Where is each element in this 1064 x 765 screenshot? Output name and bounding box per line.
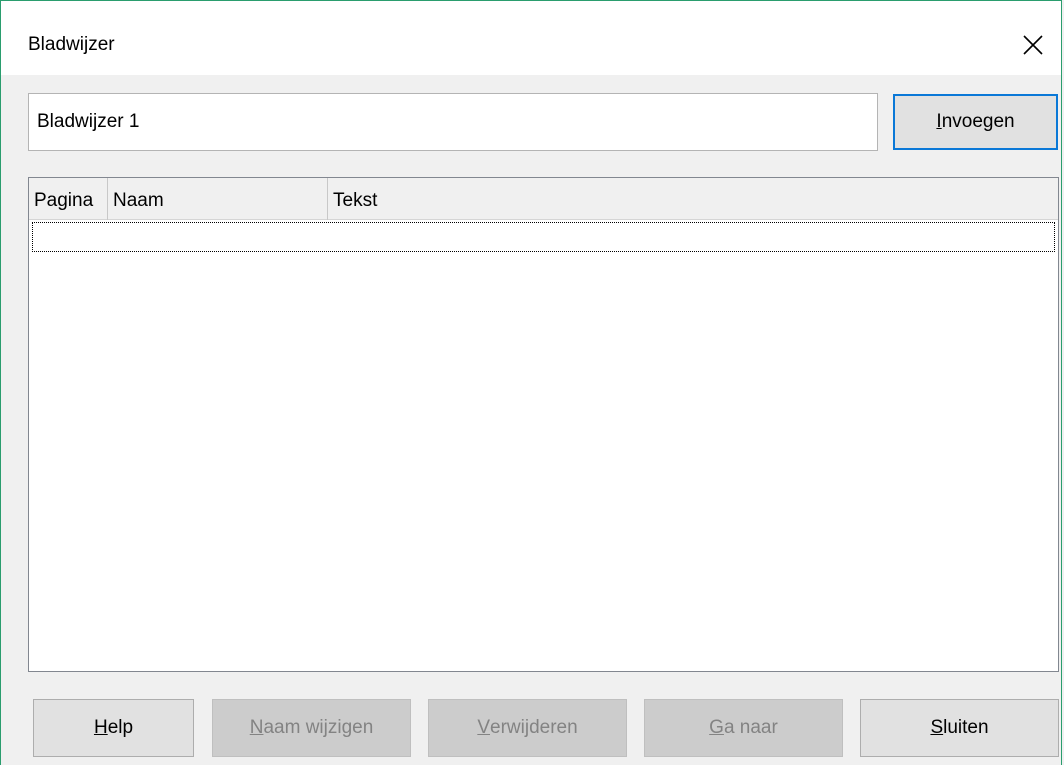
insert-button[interactable]: Invoegen	[893, 94, 1058, 150]
close-button[interactable]: Sluiten	[860, 699, 1059, 757]
close-window-button[interactable]	[1005, 15, 1061, 75]
mnemonic: S	[930, 717, 944, 738]
delete-button[interactable]: Verwijderen	[428, 699, 627, 757]
mnemonic: V	[477, 717, 491, 738]
close-icon	[1023, 35, 1043, 55]
bookmark-name-input[interactable]	[28, 93, 878, 151]
mnemonic: G	[709, 717, 724, 738]
mnemonic: H	[93, 717, 108, 738]
dialog-title: Bladwijzer	[28, 34, 115, 55]
focus-row[interactable]	[32, 222, 1055, 252]
help-button[interactable]: Help	[33, 699, 194, 757]
bookmark-list[interactable]: Pagina Naam Tekst	[28, 177, 1059, 672]
bookmark-dialog: Bladwijzer Invoegen Pagina Naam Tekst He…	[0, 0, 1062, 765]
column-header-page[interactable]: Pagina	[29, 178, 108, 220]
column-header-name[interactable]: Naam	[108, 178, 328, 220]
title-bar: Bladwijzer	[1, 1, 1061, 75]
goto-button[interactable]: Ga naar	[644, 699, 843, 757]
mnemonic: N	[249, 717, 264, 738]
column-header-text[interactable]: Tekst	[328, 178, 1058, 220]
rename-button[interactable]: Naam wijzigen	[212, 699, 411, 757]
list-header: Pagina Naam Tekst	[29, 178, 1058, 220]
